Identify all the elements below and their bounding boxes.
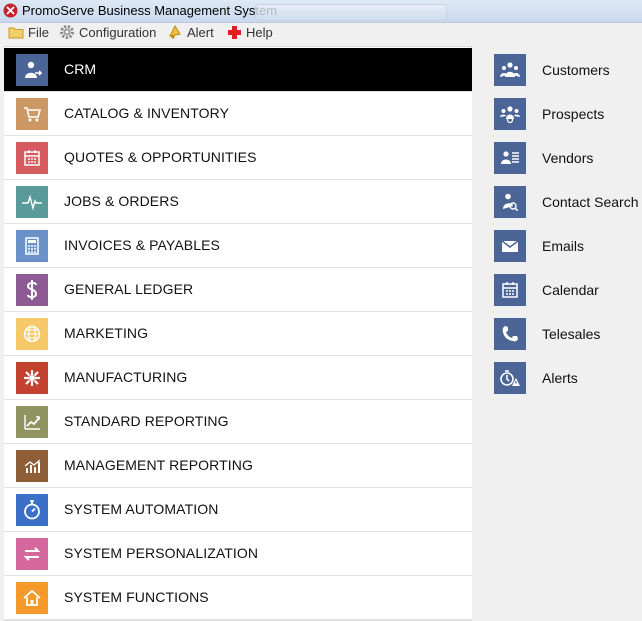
trend-chart-icon — [16, 406, 48, 438]
nav-item-label: SYSTEM FUNCTIONS — [64, 589, 209, 605]
alerts-icon — [494, 362, 526, 394]
nav-item-catalog-inventory[interactable]: CATALOG & INVENTORY — [4, 92, 472, 136]
crm-item-label: Vendors — [542, 150, 594, 166]
nav-item-invoices-payables[interactable]: INVOICES & PAYABLES — [4, 224, 472, 268]
crm-item-alerts[interactable]: Alerts — [486, 360, 642, 396]
nav-item-label: SYSTEM AUTOMATION — [64, 501, 219, 517]
nav-item-label: MANAGEMENT REPORTING — [64, 457, 253, 473]
menu-bar: File Configuration Alert Help — [0, 23, 642, 41]
window-title: PromoServe Business Management System — [22, 3, 278, 18]
crm-item-calendar[interactable]: Calendar — [486, 272, 642, 308]
nav-item-quotes-opportunities[interactable]: QUOTES & OPPORTUNITIES — [4, 136, 472, 180]
prospects-icon — [494, 98, 526, 130]
menu-file[interactable]: File — [8, 23, 49, 41]
pulse-icon — [16, 186, 48, 218]
crm-item-label: Contact Search — [542, 194, 639, 210]
menu-file-label: File — [28, 24, 49, 40]
crm-item-prospects[interactable]: Prospects — [486, 96, 642, 132]
crm-item-label: Customers — [542, 62, 610, 78]
help-icon — [228, 25, 241, 39]
nav-item-system-personalization[interactable]: SYSTEM PERSONALIZATION — [4, 532, 472, 576]
vendors-icon — [494, 142, 526, 174]
crm-item-contact-search[interactable]: Contact Search — [486, 184, 642, 220]
nav-item-marketing[interactable]: MARKETING — [4, 312, 472, 356]
nav-item-system-functions[interactable]: SYSTEM FUNCTIONS — [4, 576, 472, 620]
menu-alert[interactable]: Alert — [167, 23, 214, 41]
calculator-icon — [16, 230, 48, 262]
nav-item-management-reporting[interactable]: MANAGEMENT REPORTING — [4, 444, 472, 488]
nav-item-label: INVOICES & PAYABLES — [64, 237, 220, 253]
nav-item-jobs-orders[interactable]: JOBS & ORDERS — [4, 180, 472, 224]
customers-icon — [494, 54, 526, 86]
crm-item-telesales[interactable]: Telesales — [486, 316, 642, 352]
nav-item-manufacturing[interactable]: MANUFACTURING — [4, 356, 472, 400]
crm-item-vendors[interactable]: Vendors — [486, 140, 642, 176]
crm-item-label: Telesales — [542, 326, 601, 342]
nav-item-label: MARKETING — [64, 325, 149, 341]
stopwatch-icon — [16, 494, 48, 526]
nav-item-label: SYSTEM PERSONALIZATION — [64, 545, 259, 561]
phone-icon — [494, 318, 526, 350]
nav-item-standard-reporting[interactable]: STANDARD REPORTING — [4, 400, 472, 444]
crm-item-label: Emails — [542, 238, 585, 254]
menu-alert-label: Alert — [187, 24, 214, 40]
envelope-icon — [494, 230, 526, 262]
swap-arrows-icon — [16, 538, 48, 570]
contact-search-icon — [494, 186, 526, 218]
crm-item-emails[interactable]: Emails — [486, 228, 642, 264]
folder-icon — [8, 27, 24, 38]
menu-help[interactable]: Help — [227, 23, 273, 41]
title-bar: PromoServe Business Management System — [0, 0, 642, 23]
crm-item-label: Prospects — [542, 106, 605, 122]
background-window-tab — [255, 4, 447, 21]
nav-item-crm[interactable]: CRM — [4, 48, 472, 92]
home-icon — [16, 582, 48, 614]
cart-icon — [16, 98, 48, 130]
bell-icon — [169, 24, 181, 39]
nav-item-system-automation[interactable]: SYSTEM AUTOMATION — [4, 488, 472, 532]
nav-item-label: STANDARD REPORTING — [64, 413, 229, 429]
calendar-grid-icon — [16, 142, 48, 174]
menu-configuration[interactable]: Configuration — [59, 23, 156, 41]
crm-item-customers[interactable]: Customers — [486, 52, 642, 88]
nav-item-label: QUOTES & OPPORTUNITIES — [64, 149, 257, 165]
gear-icon — [60, 25, 74, 39]
menu-help-label: Help — [246, 24, 273, 40]
crm-item-label: Calendar — [542, 282, 599, 298]
crm-person-icon — [16, 54, 48, 86]
menu-configuration-label: Configuration — [79, 24, 157, 40]
nav-item-label: CATALOG & INVENTORY — [64, 105, 230, 121]
app-logo-icon — [3, 3, 18, 18]
calendar-icon — [494, 274, 526, 306]
nav-item-label: CRM — [64, 61, 97, 77]
nav-item-label: GENERAL LEDGER — [64, 281, 194, 297]
nav-item-general-ledger[interactable]: GENERAL LEDGER — [4, 268, 472, 312]
nav-item-label: MANUFACTURING — [64, 369, 188, 385]
nav-item-label: JOBS & ORDERS — [64, 193, 179, 209]
globe-icon — [16, 318, 48, 350]
gears-icon — [16, 362, 48, 394]
bar-chart-icon — [16, 450, 48, 482]
crm-item-label: Alerts — [542, 370, 578, 386]
dollar-icon — [16, 274, 48, 306]
